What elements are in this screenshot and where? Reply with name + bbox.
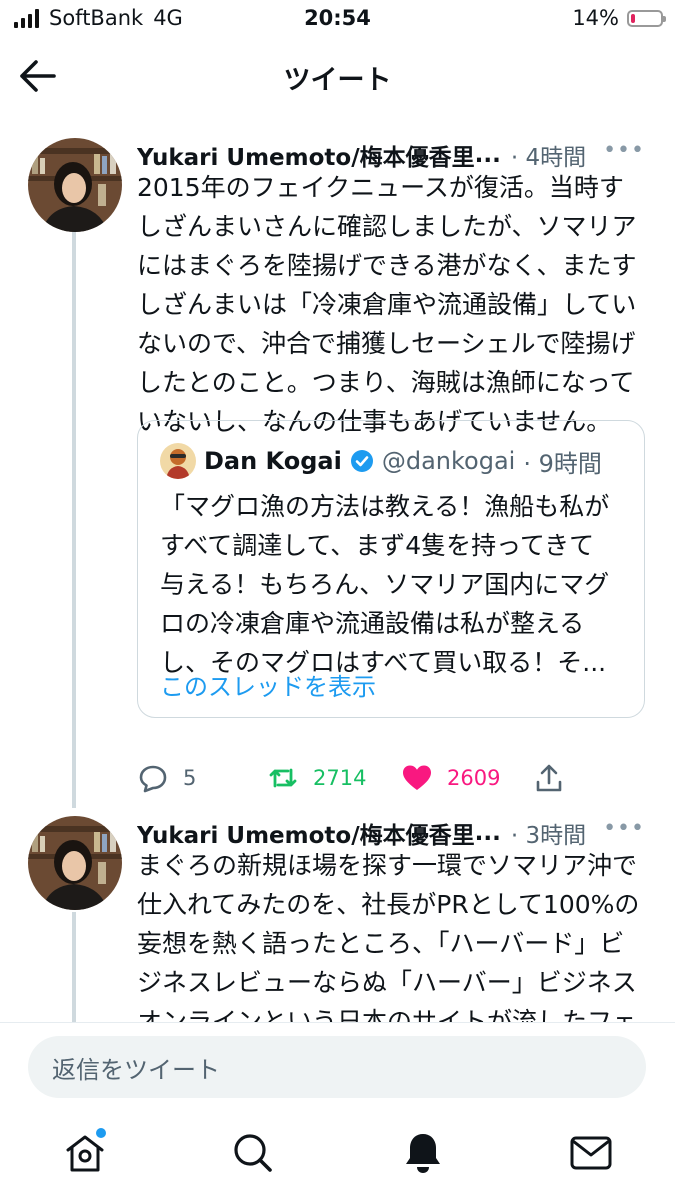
search-icon[interactable] xyxy=(230,1130,276,1176)
retweet-button[interactable]: 2714 xyxy=(267,758,366,798)
quoted-avatar[interactable] xyxy=(160,443,196,479)
quoted-author-name: Dan Kogai xyxy=(204,447,342,475)
messages-icon[interactable] xyxy=(568,1130,614,1176)
tweet-time[interactable]: · 3時間 xyxy=(511,816,586,850)
quoted-handle: @dankogai xyxy=(381,447,516,475)
tweet-text: まぐろの新規ほ場を探す一環でソマリア沖で 仕入れてみたのを、社長がPRとして10… xyxy=(137,846,651,1022)
tweet-text-line: まぐろの新規ほ場を探す一環でソマリア沖で xyxy=(137,851,638,880)
avatar[interactable] xyxy=(28,816,122,910)
reply-button[interactable]: 5 xyxy=(137,758,196,798)
reply-input[interactable]: 返信をツイート xyxy=(28,1036,646,1098)
tweet[interactable]: Yukari Umemoto/梅本優香里 ... · 3時間 ••• まぐろの新… xyxy=(0,816,675,1022)
tweet-text-line: 妄想を熱く語ったところ、「ハーバード」ビ xyxy=(137,929,625,958)
divider xyxy=(0,1022,675,1023)
tweet-text-line: したとのこと。つまり、海賊は漁師になって xyxy=(137,368,635,397)
bottom-tab-bar xyxy=(0,1120,675,1190)
quoted-tweet[interactable]: Dan Kogai @dankogai · 9時間 「マグロ漁の方法は教える！漁… xyxy=(137,420,645,718)
page-title: ツイート xyxy=(283,65,392,96)
verified-badge-icon xyxy=(350,450,373,472)
reply-count: 5 xyxy=(183,766,197,790)
author-name[interactable]: Yukari Umemoto/梅本優香里 xyxy=(137,138,475,172)
like-count: 2609 xyxy=(447,766,501,790)
tweet-time[interactable]: · 4時間 xyxy=(511,138,586,172)
notifications-icon[interactable] xyxy=(400,1130,446,1176)
tweet-text-line: 2015年のフェイクニュースが復活。当時す xyxy=(137,173,624,202)
more-icon[interactable]: ••• xyxy=(603,816,645,841)
author-name[interactable]: Yukari Umemoto/梅本優香里 xyxy=(137,816,475,850)
share-icon xyxy=(536,764,562,792)
home-icon[interactable] xyxy=(62,1128,108,1176)
share-button[interactable] xyxy=(533,758,565,798)
tweet-text-line: しざんまいは「冷凍倉庫や流通設備」してい xyxy=(137,290,637,319)
like-button[interactable]: 2609 xyxy=(401,758,500,798)
tweet-header: Yukari Umemoto/梅本優香里 ... · 4時間 ••• xyxy=(137,138,645,172)
quoted-text-line: 与える！もちろん、ソマリア国内にマグ xyxy=(160,570,610,599)
heart-icon xyxy=(403,765,431,790)
tweet-header: Yukari Umemoto/梅本優香里 ... · 3時間 ••• xyxy=(137,816,645,850)
quoted-text-line: 「マグロ漁の方法は教える！漁船も私が xyxy=(160,492,610,521)
tweet-text-line: オンラインという日本のサイトが流したフェ xyxy=(137,1007,638,1022)
tweet-text-line: ジネスレビューならぬ「ハーバー」ビジネス xyxy=(137,968,637,997)
quoted-tweet-text: 「マグロ漁の方法は教える！漁船も私が すべて調達して、まず4隻を持ってきて 与え… xyxy=(160,487,630,682)
battery-icon xyxy=(627,9,666,27)
retweet-icon xyxy=(269,768,297,788)
quoted-tweet-header: Dan Kogai @dankogai · 9時間 xyxy=(160,443,602,479)
author-name-ellipsis: ... xyxy=(474,142,501,168)
battery-percent: 14% xyxy=(572,6,619,30)
top-bar: ツイート xyxy=(0,44,675,108)
more-icon[interactable]: ••• xyxy=(603,138,645,163)
quoted-text-line: ロの冷凍倉庫や流通設備は私が整える xyxy=(160,609,585,638)
quoted-text-line: すべて調達して、まず4隻を持ってきて xyxy=(160,531,595,560)
author-name-ellipsis: ... xyxy=(474,820,501,846)
tweet-text-line: しざんまいさんに確認しましたが、ソマリア xyxy=(137,212,637,241)
retweet-count: 2714 xyxy=(313,766,367,790)
avatar[interactable] xyxy=(28,138,122,232)
tweet-text-line: にはまぐろを陸揚げできる港がなく、またす xyxy=(137,251,637,280)
tweet[interactable]: Yukari Umemoto/梅本優香里 ... · 4時間 ••• 2015年… xyxy=(0,138,675,793)
notification-dot xyxy=(96,1128,106,1138)
tweet-text-line: ないので、沖合で捕獲しセーシェルで陸揚げ xyxy=(137,329,636,358)
show-thread-link[interactable]: このスレッドを表示 xyxy=(160,667,376,702)
tweet-text-line: 仕入れてみたのを、社長がPRとして100%の xyxy=(137,890,640,919)
tweet-text: 2015年のフェイクニュースが復活。当時す しざんまいさんに確認しましたが、ソマ… xyxy=(137,168,651,441)
quoted-time: · 9時間 xyxy=(523,449,602,478)
tweet-actions: 5 2714 2609 xyxy=(137,758,577,798)
reply-icon xyxy=(139,765,167,793)
status-bar: SoftBank 4G 20:54 14% xyxy=(0,0,675,40)
